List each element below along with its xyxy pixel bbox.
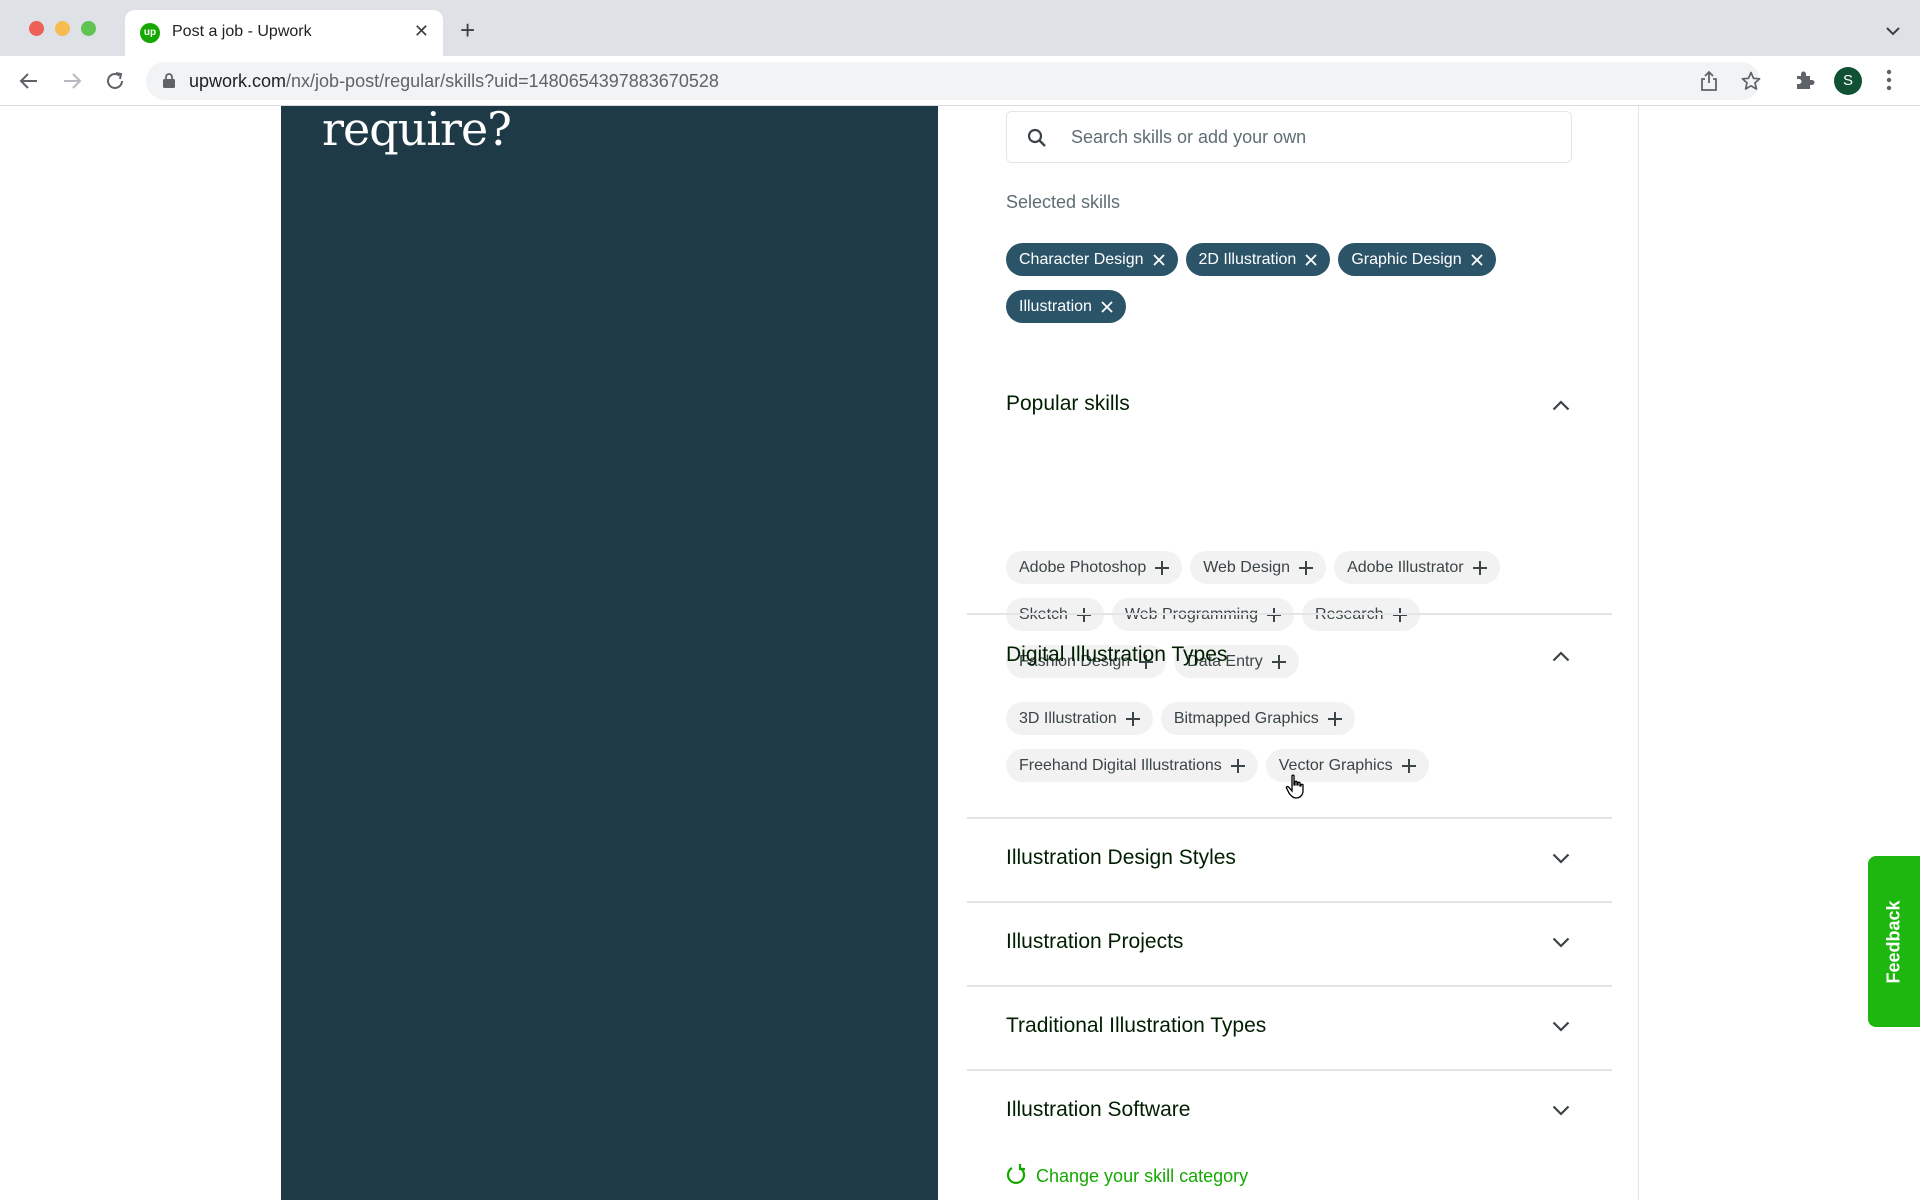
selected-skill-chip[interactable]: 2D Illustration	[1185, 243, 1331, 276]
digital-illustration-skills-list: 3D Illustration Bitmapped Graphics Freeh…	[1006, 702, 1572, 782]
window-zoom-button[interactable]	[81, 21, 96, 36]
url-path: /nx/job-post/regular/skills?uid=14806543…	[286, 71, 719, 91]
section-header-illustration-software[interactable]: Illustration Software	[1006, 1098, 1190, 1122]
change-skill-category-link[interactable]: Change your skill category	[1006, 1163, 1248, 1190]
plus-icon	[1472, 560, 1488, 576]
chevron-up-icon[interactable]	[1552, 649, 1570, 667]
plus-icon	[1125, 711, 1141, 727]
address-bar[interactable]: upwork.com/nx/job-post/regular/skills?ui…	[146, 62, 1761, 100]
section-divider	[967, 817, 1612, 819]
profile-avatar[interactable]: S	[1834, 67, 1862, 95]
window-minimize-button[interactable]	[55, 21, 70, 36]
plus-icon	[1154, 560, 1170, 576]
plus-icon	[1230, 758, 1246, 774]
skills-search-input[interactable]	[1071, 112, 1561, 162]
chip-label: Freehand Digital Illustrations	[1019, 756, 1222, 774]
reload-icon[interactable]	[103, 69, 127, 93]
add-skill-chip[interactable]: Adobe Illustrator	[1334, 551, 1500, 584]
plus-icon	[1298, 560, 1314, 576]
chip-label: Illustration	[1019, 297, 1092, 315]
feedback-tab[interactable]: Feedback	[1868, 856, 1920, 1027]
tab-title: Post a job - Upwork	[172, 23, 312, 40]
chip-label: 3D Illustration	[1019, 709, 1117, 727]
section-divider	[967, 901, 1612, 903]
plus-icon	[1271, 654, 1287, 670]
panel-heading: require?	[322, 106, 512, 156]
section-divider	[967, 985, 1612, 987]
section-header-illustration-design-styles[interactable]: Illustration Design Styles	[1006, 846, 1236, 870]
add-skill-chip[interactable]: Adobe Photoshop	[1006, 551, 1183, 584]
section-header-popular-skills[interactable]: Popular skills	[1006, 392, 1130, 416]
selected-skill-chip[interactable]: Illustration	[1006, 290, 1126, 323]
chip-label: Web Design	[1203, 558, 1291, 576]
chevron-down-icon[interactable]	[1552, 1104, 1570, 1122]
remove-x-icon[interactable]	[1100, 300, 1114, 314]
search-icon	[1027, 128, 1047, 153]
section-divider	[967, 1069, 1612, 1071]
question-panel: require?	[281, 106, 938, 1200]
remove-x-icon[interactable]	[1152, 253, 1166, 267]
chip-label: Adobe Illustrator	[1347, 558, 1464, 576]
share-icon[interactable]	[1700, 70, 1718, 96]
change-category-label: Change your skill category	[1036, 1166, 1249, 1186]
add-skill-chip[interactable]: Freehand Digital Illustrations	[1006, 749, 1258, 782]
back-arrow-icon[interactable]	[17, 69, 41, 93]
selected-skills-list: Character Design 2D Illustration Graphic…	[1006, 243, 1572, 323]
section-divider	[967, 613, 1612, 615]
chevron-down-icon[interactable]	[1552, 1020, 1570, 1038]
forward-arrow-icon[interactable]	[60, 69, 84, 93]
add-skill-chip[interactable]: Bitmapped Graphics	[1160, 702, 1355, 735]
browser-menu-kebab-icon[interactable]	[1886, 69, 1892, 96]
hand-cursor-icon	[1285, 774, 1307, 805]
plus-icon	[1327, 711, 1343, 727]
browser-tab-bar: up Post a job - Upwork ✕ +	[0, 0, 1920, 56]
chip-label: Graphic Design	[1351, 250, 1462, 268]
chip-label: Vector Graphics	[1278, 756, 1393, 774]
section-header-traditional-illustration-types[interactable]: Traditional Illustration Types	[1006, 1014, 1266, 1038]
tab-search-chevron-icon[interactable]	[1886, 23, 1900, 41]
chevron-down-icon[interactable]	[1552, 852, 1570, 870]
selected-skill-chip[interactable]: Character Design	[1006, 243, 1178, 276]
remove-x-icon[interactable]	[1304, 253, 1318, 267]
selected-skills-label: Selected skills	[1006, 192, 1121, 212]
window-close-button[interactable]	[29, 21, 44, 36]
skills-search-box[interactable]	[1006, 111, 1572, 163]
add-skill-chip[interactable]: Web Design	[1190, 551, 1327, 584]
remove-x-icon[interactable]	[1470, 253, 1484, 267]
add-skill-chip[interactable]: 3D Illustration	[1006, 702, 1153, 735]
extensions-puzzle-icon[interactable]	[1794, 69, 1816, 96]
upwork-favicon-icon: up	[140, 23, 160, 43]
feedback-label: Feedback	[1883, 899, 1904, 984]
url-domain: upwork.com	[189, 71, 287, 91]
chevron-down-icon[interactable]	[1552, 936, 1570, 954]
page: require? Selected skills Character Desig…	[0, 106, 1920, 1200]
chip-label: Adobe Photoshop	[1019, 558, 1147, 576]
url-text: upwork.com/nx/job-post/regular/skills?ui…	[189, 71, 719, 92]
plus-icon	[1401, 758, 1417, 774]
lock-icon[interactable]	[163, 73, 175, 93]
browser-tab-active[interactable]: up Post a job - Upwork ✕	[125, 10, 443, 56]
tab-close-icon[interactable]: ✕	[414, 21, 429, 42]
selected-skill-chip[interactable]: Graphic Design	[1338, 243, 1496, 276]
section-header-digital-illustration-types[interactable]: Digital Illustration Types	[1006, 643, 1227, 667]
content-border	[1638, 106, 1639, 1200]
bookmark-star-icon[interactable]	[1741, 71, 1761, 96]
browser-toolbar: upwork.com/nx/job-post/regular/skills?ui…	[0, 56, 1920, 106]
new-tab-button[interactable]: +	[460, 17, 475, 43]
chip-label: Character Design	[1019, 250, 1144, 268]
chevron-up-icon[interactable]	[1552, 398, 1570, 416]
chip-label: 2D Illustration	[1198, 250, 1297, 268]
section-header-illustration-projects[interactable]: Illustration Projects	[1006, 930, 1183, 954]
chip-label: Bitmapped Graphics	[1173, 709, 1319, 727]
refresh-icon	[1006, 1163, 1026, 1190]
